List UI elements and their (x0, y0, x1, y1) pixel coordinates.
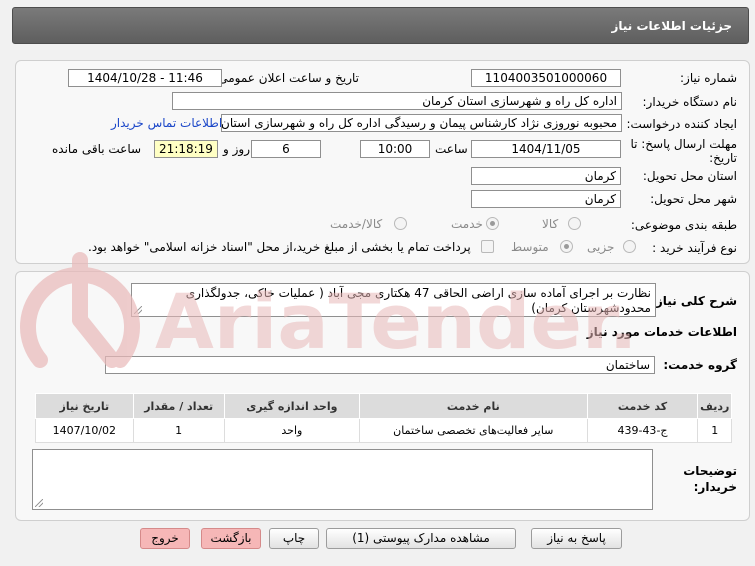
buyer-org-label: نام دستگاه خریدار: (642, 95, 738, 109)
process-option-minor: جزیی (587, 240, 615, 254)
category-radio-goods[interactable] (568, 217, 581, 230)
buyer-notes-label-2: خریدار: (693, 480, 737, 494)
cell-qty: 1 (132, 418, 225, 443)
back-button[interactable]: بازگشت (201, 528, 261, 549)
process-radio-minor[interactable] (623, 240, 636, 253)
category-radio-goods-service[interactable] (394, 217, 407, 230)
col-name-header: نام خدمت (359, 393, 588, 419)
process-option-medium: متوسط (511, 240, 549, 254)
category-option-goods: کالا (542, 217, 559, 231)
days-field: 6 (251, 140, 321, 158)
table-header-row: ردیف کد خدمت نام خدمت واحد اندازه گیری ت… (35, 393, 732, 419)
buyer-org-field: اداره کل راه و شهرسازی استان کرمان (172, 92, 622, 110)
need-info-panel: شماره نیاز: 1104003501000060 تاریخ و ساع… (15, 60, 750, 264)
announce-datetime-label: تاریخ و ساعت اعلان عمومی: (214, 71, 359, 85)
cell-unit: واحد (223, 418, 361, 443)
process-label: نوع فرآیند خرید : (652, 241, 737, 255)
category-radio-service[interactable] (486, 217, 499, 230)
deadline-time-label: ساعت (435, 142, 468, 156)
buyer-notes-label: توضیحات (683, 464, 737, 478)
page-title: جزئیات اطلاعات نیاز (611, 19, 732, 33)
buyer-notes-textarea[interactable] (32, 449, 653, 510)
treasury-payment-checkbox[interactable] (481, 240, 494, 253)
deadline-label: مهلت ارسال پاسخ: تا (630, 137, 737, 151)
requester-field: محبوبه نوروزی نژاد کارشناس پیمان و رسیدگ… (221, 114, 622, 132)
need-number-field: 1104003501000060 (471, 69, 621, 87)
remaining-time-field: 21:18:19 (154, 140, 218, 158)
cell-code: ج-43-439 (586, 418, 699, 443)
deadline-label-2: تاریخ: (709, 151, 737, 165)
services-table: ردیف کد خدمت نام خدمت واحد اندازه گیری ت… (35, 393, 732, 443)
summary-textarea: نظارت بر اجرای آماده سازی اراضی الحاقی 4… (131, 283, 656, 317)
resize-grip-icon[interactable] (35, 499, 43, 507)
service-group-field: ساختمان (105, 356, 655, 374)
deadline-date-field: 1404/11/05 (471, 140, 621, 158)
delivery-province-label: استان محل تحویل: (642, 169, 737, 183)
process-radio-medium[interactable] (560, 240, 573, 253)
treasury-payment-note: پرداخت تمام یا بخشی از مبلغ خرید،از محل … (88, 240, 471, 254)
category-option-goods-service: کالا/خدمت (330, 217, 383, 231)
resize-grip-icon[interactable] (134, 306, 142, 314)
table-row: 1 ج-43-439 سایر فعالیت‌های تخصصی ساختمان… (35, 418, 732, 443)
services-title: اطلاعات خدمات مورد نیاز (586, 325, 737, 339)
summary-label: شرح کلی نیاز: (651, 294, 737, 308)
details-panel: شرح کلی نیاز: نظارت بر اجرای آماده سازی … (15, 271, 750, 521)
attachments-button[interactable]: مشاهده مدارک پیوستی (1) (326, 528, 516, 549)
deadline-time-field: 10:00 (360, 140, 430, 158)
days-label: روز و (223, 142, 250, 156)
remaining-time-label: ساعت باقی مانده (52, 142, 142, 156)
delivery-city-field: کرمان (471, 190, 621, 208)
cell-date: 1407/10/02 (35, 418, 134, 443)
col-date-header: تاریخ نیاز (35, 393, 134, 419)
buyer-contact-link[interactable]: اطلاعات تماس خریدار (111, 116, 222, 130)
service-group-label: گروه خدمت: (663, 358, 737, 372)
requester-label: ایجاد کننده درخواست: (626, 117, 737, 131)
col-unit-header: واحد اندازه گیری (223, 393, 361, 419)
col-qty-header: تعداد / مقدار (132, 393, 225, 419)
col-code-header: کد خدمت (586, 393, 699, 419)
cell-name: سایر فعالیت‌های تخصصی ساختمان (359, 418, 588, 443)
category-option-service: خدمت (451, 217, 483, 231)
delivery-city-label: شهر محل تحویل: (650, 192, 737, 206)
summary-text: نظارت بر اجرای آماده سازی اراضی الحاقی 4… (185, 286, 651, 315)
col-row-header: ردیف (697, 393, 732, 419)
delivery-province-field: کرمان (471, 167, 621, 185)
category-label: طبقه بندی موضوعی: (630, 218, 737, 232)
need-number-label: شماره نیاز: (680, 71, 737, 85)
header-bar: جزئیات اطلاعات نیاز (12, 7, 749, 44)
print-button[interactable]: چاپ (269, 528, 319, 549)
reply-button[interactable]: پاسخ به نیاز (531, 528, 622, 549)
announce-datetime-field: 1404/10/28 - 11:46 (68, 69, 222, 87)
exit-button[interactable]: خروج (140, 528, 190, 549)
cell-row: 1 (697, 418, 732, 443)
